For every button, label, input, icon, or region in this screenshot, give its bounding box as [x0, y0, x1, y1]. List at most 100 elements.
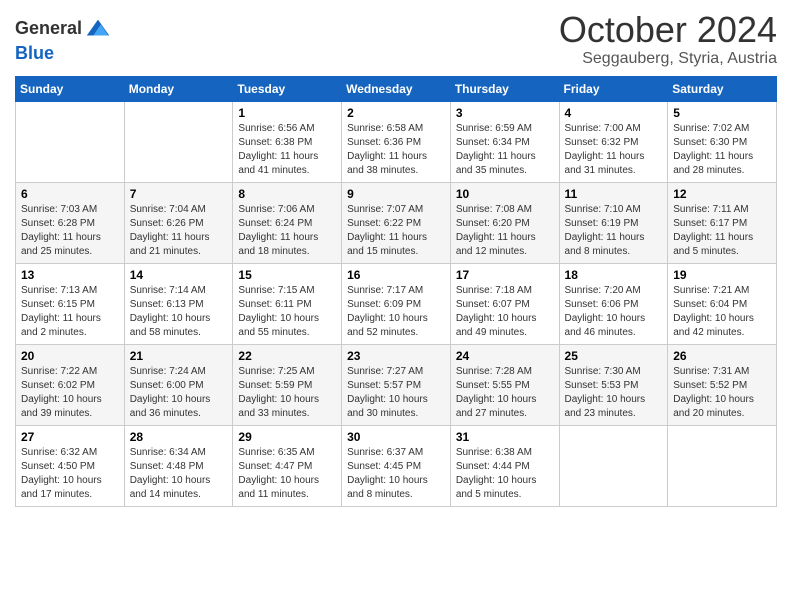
- day-number: 24: [456, 349, 554, 363]
- calendar-table: SundayMondayTuesdayWednesdayThursdayFrid…: [15, 76, 777, 507]
- day-number: 16: [347, 268, 445, 282]
- day-info: Sunrise: 6:35 AM Sunset: 4:47 PM Dayligh…: [238, 446, 336, 502]
- calendar-cell: 26Sunrise: 7:31 AM Sunset: 5:52 PM Dayli…: [668, 344, 777, 425]
- weekday-header-monday: Monday: [124, 76, 233, 101]
- day-info: Sunrise: 7:03 AM Sunset: 6:28 PM Dayligh…: [21, 203, 119, 259]
- location: Seggauberg, Styria, Austria: [559, 50, 777, 68]
- day-number: 31: [456, 430, 554, 444]
- calendar-cell: 18Sunrise: 7:20 AM Sunset: 6:06 PM Dayli…: [559, 263, 668, 344]
- page-container: General Blue October 2024 Seggauberg, St…: [0, 0, 792, 612]
- weekday-header-sunday: Sunday: [16, 76, 125, 101]
- day-number: 29: [238, 430, 336, 444]
- day-number: 13: [21, 268, 119, 282]
- calendar-cell: [559, 425, 668, 506]
- title-block: October 2024 Seggauberg, Styria, Austria: [559, 10, 777, 68]
- calendar-week-4: 20Sunrise: 7:22 AM Sunset: 6:02 PM Dayli…: [16, 344, 777, 425]
- calendar-cell: 2Sunrise: 6:58 AM Sunset: 6:36 PM Daylig…: [342, 101, 451, 182]
- day-info: Sunrise: 7:06 AM Sunset: 6:24 PM Dayligh…: [238, 203, 336, 259]
- calendar-cell: 21 Sunrise: 7:24 AM Sunset: 6:00 PM Dayli…: [124, 344, 233, 425]
- day-info: Sunrise: 7:27 AM Sunset: 5:57 PM Dayligh…: [347, 365, 445, 421]
- day-info: Sunrise: 7:24 AM Sunset: 6:00 PM Dayligh…: [130, 365, 228, 421]
- day-info: Sunrise: 7:13 AM Sunset: 6:15 PM Dayligh…: [21, 284, 119, 340]
- calendar-cell: 19Sunrise: 7:21 AM Sunset: 6:04 PM Dayli…: [668, 263, 777, 344]
- day-number: 3: [456, 106, 554, 120]
- day-info: Sunrise: 7:31 AM Sunset: 5:52 PM Dayligh…: [673, 365, 771, 421]
- calendar-cell: 16 Sunrise: 7:17 AM Sunset: 6:09 PM Dayli…: [342, 263, 451, 344]
- calendar-cell: 14Sunrise: 7:14 AM Sunset: 6:13 PM Dayli…: [124, 263, 233, 344]
- calendar-cell: [16, 101, 125, 182]
- day-number: 25: [565, 349, 663, 363]
- day-info: Sunrise: 6:32 AM Sunset: 4:50 PM Dayligh…: [21, 446, 119, 502]
- month-title: October 2024: [559, 10, 777, 50]
- calendar-cell: 10Sunrise: 7:08 AM Sunset: 6:20 PM Dayli…: [450, 182, 559, 263]
- day-info: Sunrise: 7:07 AM Sunset: 6:22 PM Dayligh…: [347, 203, 445, 259]
- weekday-header-tuesday: Tuesday: [233, 76, 342, 101]
- calendar-cell: 7 Sunrise: 7:04 AM Sunset: 6:26 PM Daylig…: [124, 182, 233, 263]
- day-info: Sunrise: 7:10 AM Sunset: 6:19 PM Dayligh…: [565, 203, 663, 259]
- day-info: Sunrise: 6:34 AM Sunset: 4:48 PM Dayligh…: [130, 446, 228, 502]
- logo-blue-text: Blue: [15, 43, 54, 63]
- day-info: Sunrise: 6:37 AM Sunset: 4:45 PM Dayligh…: [347, 446, 445, 502]
- day-info: Sunrise: 6:38 AM Sunset: 4:44 PM Dayligh…: [456, 446, 554, 502]
- day-number: 15: [238, 268, 336, 282]
- calendar-week-2: 6 Sunrise: 7:03 AM Sunset: 6:28 PM Daylig…: [16, 182, 777, 263]
- day-number: 10: [456, 187, 554, 201]
- day-number: 27: [21, 430, 119, 444]
- day-number: 11: [565, 187, 663, 201]
- weekday-header-wednesday: Wednesday: [342, 76, 451, 101]
- day-number: 4: [565, 106, 663, 120]
- calendar-week-1: 1Sunrise: 6:56 AM Sunset: 6:38 PM Daylig…: [16, 101, 777, 182]
- weekday-header-friday: Friday: [559, 76, 668, 101]
- day-number: 28: [130, 430, 228, 444]
- calendar-cell: 8Sunrise: 7:06 AM Sunset: 6:24 PM Daylig…: [233, 182, 342, 263]
- calendar-cell: 13 Sunrise: 7:13 AM Sunset: 6:15 PM Dayli…: [16, 263, 125, 344]
- logo-general-text: General: [15, 18, 82, 40]
- day-number: 20: [21, 349, 119, 363]
- day-number: 7: [130, 187, 228, 201]
- weekday-header-saturday: Saturday: [668, 76, 777, 101]
- calendar-cell: 25 Sunrise: 7:30 AM Sunset: 5:53 PM Dayli…: [559, 344, 668, 425]
- calendar-cell: 28 Sunrise: 6:34 AM Sunset: 4:48 PM Dayli…: [124, 425, 233, 506]
- logo-icon: [84, 15, 112, 43]
- day-number: 12: [673, 187, 771, 201]
- calendar-cell: [124, 101, 233, 182]
- day-info: Sunrise: 7:28 AM Sunset: 5:55 PM Dayligh…: [456, 365, 554, 421]
- calendar-cell: 29 Sunrise: 6:35 AM Sunset: 4:47 PM Dayli…: [233, 425, 342, 506]
- day-info: Sunrise: 7:17 AM Sunset: 6:09 PM Dayligh…: [347, 284, 445, 340]
- header: General Blue October 2024 Seggauberg, St…: [15, 10, 777, 68]
- day-number: 2: [347, 106, 445, 120]
- calendar-cell: 1Sunrise: 6:56 AM Sunset: 6:38 PM Daylig…: [233, 101, 342, 182]
- day-info: Sunrise: 7:18 AM Sunset: 6:07 PM Dayligh…: [456, 284, 554, 340]
- logo: General Blue: [15, 15, 112, 65]
- day-info: Sunrise: 7:04 AM Sunset: 6:26 PM Dayligh…: [130, 203, 228, 259]
- day-number: 22: [238, 349, 336, 363]
- calendar-cell: 4Sunrise: 7:00 AM Sunset: 6:32 PM Daylig…: [559, 101, 668, 182]
- calendar-cell: 30 Sunrise: 6:37 AM Sunset: 4:45 PM Dayli…: [342, 425, 451, 506]
- calendar-cell: 15 Sunrise: 7:15 AM Sunset: 6:11 PM Dayli…: [233, 263, 342, 344]
- day-info: Sunrise: 7:15 AM Sunset: 6:11 PM Dayligh…: [238, 284, 336, 340]
- calendar-cell: [668, 425, 777, 506]
- day-number: 21: [130, 349, 228, 363]
- day-number: 5: [673, 106, 771, 120]
- calendar-header-row: SundayMondayTuesdayWednesdayThursdayFrid…: [16, 76, 777, 101]
- calendar-week-5: 27 Sunrise: 6:32 AM Sunset: 4:50 PM Dayli…: [16, 425, 777, 506]
- calendar-cell: 5Sunrise: 7:02 AM Sunset: 6:30 PM Daylig…: [668, 101, 777, 182]
- calendar-cell: 6 Sunrise: 7:03 AM Sunset: 6:28 PM Daylig…: [16, 182, 125, 263]
- calendar-cell: 31 Sunrise: 6:38 AM Sunset: 4:44 PM Dayli…: [450, 425, 559, 506]
- day-info: Sunrise: 7:11 AM Sunset: 6:17 PM Dayligh…: [673, 203, 771, 259]
- day-number: 1: [238, 106, 336, 120]
- day-number: 9: [347, 187, 445, 201]
- calendar-cell: 17 Sunrise: 7:18 AM Sunset: 6:07 PM Dayli…: [450, 263, 559, 344]
- calendar-cell: 3Sunrise: 6:59 AM Sunset: 6:34 PM Daylig…: [450, 101, 559, 182]
- day-number: 30: [347, 430, 445, 444]
- calendar-cell: 9 Sunrise: 7:07 AM Sunset: 6:22 PM Daylig…: [342, 182, 451, 263]
- calendar-cell: 12 Sunrise: 7:11 AM Sunset: 6:17 PM Dayli…: [668, 182, 777, 263]
- calendar-cell: 27 Sunrise: 6:32 AM Sunset: 4:50 PM Dayli…: [16, 425, 125, 506]
- calendar-cell: 24 Sunrise: 7:28 AM Sunset: 5:55 PM Dayli…: [450, 344, 559, 425]
- calendar-week-3: 13 Sunrise: 7:13 AM Sunset: 6:15 PM Dayli…: [16, 263, 777, 344]
- day-info: Sunrise: 7:25 AM Sunset: 5:59 PM Dayligh…: [238, 365, 336, 421]
- day-number: 6: [21, 187, 119, 201]
- calendar-cell: 23Sunrise: 7:27 AM Sunset: 5:57 PM Dayli…: [342, 344, 451, 425]
- day-number: 17: [456, 268, 554, 282]
- day-info: Sunrise: 7:30 AM Sunset: 5:53 PM Dayligh…: [565, 365, 663, 421]
